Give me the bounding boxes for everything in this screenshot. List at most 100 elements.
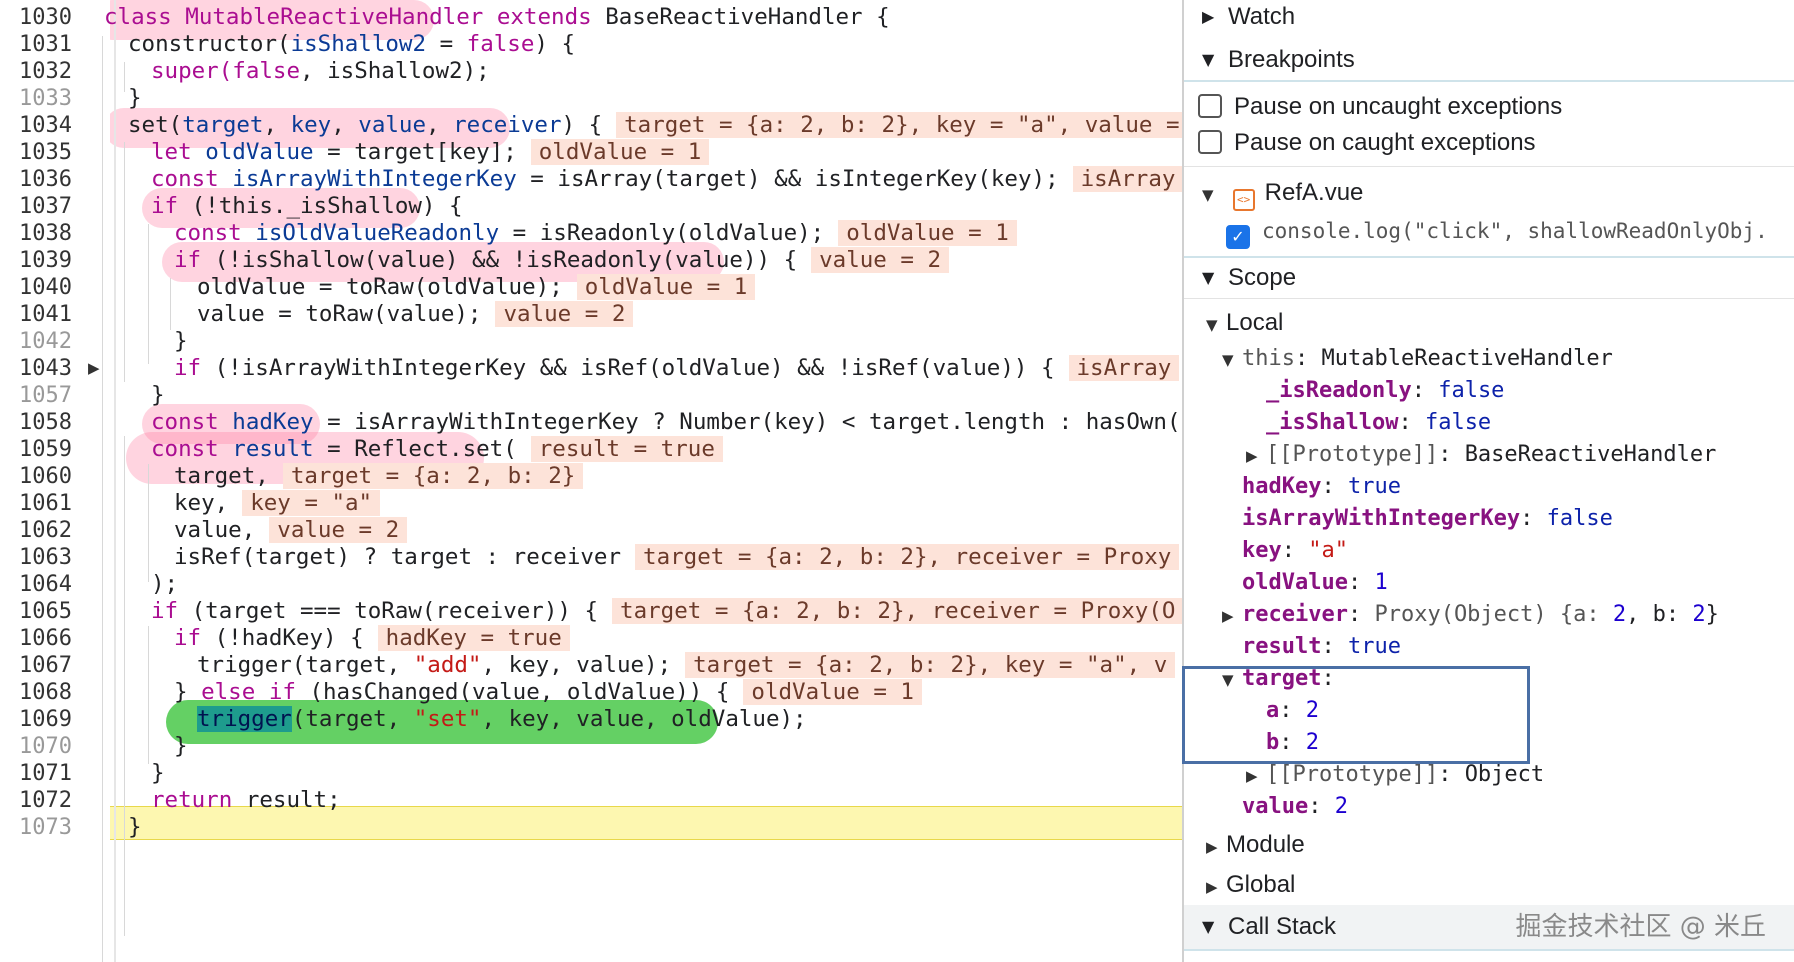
watch-label: Watch	[1228, 3, 1296, 30]
code-token: if	[174, 247, 215, 273]
global-scope-header[interactable]: ▶ Global	[1206, 868, 1295, 902]
code-token: (!isArrayWithIntegerKey && isRef(oldValu…	[214, 355, 1055, 381]
scope-sep: :	[1398, 410, 1425, 435]
pause-uncaught-option[interactable]: Pause on uncaught exceptions	[1198, 90, 1562, 124]
scope-value: true	[1347, 634, 1401, 659]
code-token: = isArray(target) && isIntegerKey(key);	[516, 166, 1059, 192]
code-token: ,	[263, 112, 291, 138]
inline-value: oldValue = 1	[576, 274, 756, 300]
scope-sep: :	[1520, 506, 1547, 531]
scope-sep: :	[1281, 538, 1309, 563]
code-token: let	[151, 139, 206, 165]
scope-isshallow[interactable]: _isShallow: false	[1266, 408, 1491, 438]
pause-uncaught-checkbox[interactable]	[1198, 94, 1222, 118]
module-scope-header[interactable]: ▶ Module	[1206, 828, 1305, 862]
code-token: return	[151, 787, 246, 813]
code-token: target,	[174, 463, 269, 489]
inline-value: target = {a: 2, b: 2}	[282, 463, 584, 489]
code-token: class	[104, 4, 186, 30]
scope-key: value	[1242, 794, 1309, 819]
code-token: if	[151, 598, 192, 624]
chevron-down-icon: ▼	[1206, 316, 1218, 334]
breakpoints-label: Breakpoints	[1228, 46, 1355, 73]
code-token: if	[174, 625, 215, 651]
scope-receiver[interactable]: ▶ receiver: Proxy(Object) {a: 2, b: 2}	[1222, 600, 1719, 630]
scope-value: BaseReactiveHandler	[1464, 442, 1717, 467]
scope-isarraywithintegerkey[interactable]: isArrayWithIntegerKey: false	[1242, 504, 1613, 534]
section-divider	[1184, 80, 1794, 82]
code-token: value	[358, 112, 427, 138]
scope-oldvalue[interactable]: oldValue: 1	[1242, 568, 1388, 598]
scope-isreadonly[interactable]: _isReadonly: false	[1266, 376, 1504, 406]
pause-uncaught-label: Pause on uncaught exceptions	[1234, 93, 1563, 120]
code-token: , isShallow2);	[300, 58, 490, 84]
code-token: const	[174, 220, 256, 246]
scope-section-header[interactable]: ▼ Scope	[1184, 258, 1794, 298]
scope-key[interactable]: key: "a"	[1242, 536, 1348, 566]
annotation-target-box	[1182, 666, 1530, 764]
scope-value: 2	[1334, 794, 1348, 819]
chevron-down-icon: ▼	[1202, 50, 1215, 69]
pause-caught-option[interactable]: Pause on caught exceptions	[1198, 126, 1536, 160]
debugger-sidebar[interactable]: ▶ Watch ▼ Breakpoints Pause on uncaught …	[1182, 0, 1794, 962]
breakpoint-checkbox[interactable]: ✓	[1226, 225, 1250, 249]
inline-value: isArray	[1068, 355, 1180, 381]
code-token: ) {	[561, 112, 603, 138]
scope-sep: :	[1347, 602, 1375, 627]
pause-caught-checkbox[interactable]	[1198, 130, 1222, 154]
section-divider	[1184, 949, 1794, 951]
code-token: receiver	[453, 112, 562, 138]
scope-value: "a"	[1308, 538, 1348, 563]
fold-expand-icon[interactable]: ▶	[88, 353, 100, 384]
code-token: = isReadonly(oldValue);	[499, 220, 825, 246]
code-token: result	[232, 436, 314, 462]
code-line-1073[interactable]: }	[0, 812, 1182, 843]
code-token: (!isShallow(value) && !isReadonly(value)…	[214, 247, 798, 273]
code-token: (target === toRaw(receiver)) {	[191, 598, 599, 624]
code-token: ) {	[534, 31, 576, 57]
watch-section-header[interactable]: ▶ Watch	[1184, 0, 1794, 37]
breakpoints-section-header[interactable]: ▼ Breakpoints	[1184, 40, 1794, 80]
inline-value: target = {a: 2, b: 2}, key = "a", value …	[616, 112, 1182, 138]
breakpoint-file-header[interactable]: ▼ <> RefA.vue	[1202, 176, 1363, 211]
scope-prototype-2[interactable]: ▶ [[Prototype]]: Object	[1246, 760, 1544, 790]
scope-value: 2	[1612, 602, 1627, 627]
local-scope-label: Local	[1226, 309, 1284, 336]
scope-key: result	[1242, 634, 1322, 659]
code-token: value,	[174, 517, 256, 543]
inline-value: oldValue = 1	[838, 220, 1017, 246]
scope-value: false	[1424, 410, 1492, 435]
code-token: oldValue = toRaw(oldValue);	[197, 274, 563, 300]
code-token: ,	[426, 112, 454, 138]
breakpoint-code: console.log("click", shallowReadOnlyObj.	[1262, 219, 1768, 243]
chevron-right-icon: ▶	[1202, 7, 1215, 26]
code-token: if	[151, 193, 192, 219]
code-token: target	[182, 112, 264, 138]
scope-this[interactable]: ▼ this: MutableReactiveHandler	[1222, 344, 1613, 374]
scope-value: Proxy(Object) {a:	[1374, 602, 1613, 627]
scope-value: 1	[1374, 570, 1388, 595]
scope-prototype-1[interactable]: ▶ [[Prototype]]: BaseReactiveHandler	[1246, 440, 1716, 470]
scope-sep: :	[1438, 762, 1465, 787]
breakpoint-entry[interactable]: ✓ console.log("click", shallowReadOnlyObj…	[1226, 214, 1768, 249]
code-token: MutableReactiveHandler	[185, 4, 484, 30]
code-token: hadKey	[232, 409, 314, 435]
scope-result[interactable]: result: true	[1242, 632, 1401, 662]
scope-value: true	[1347, 474, 1401, 499]
inline-value: target = {a: 2, b: 2}, receiver = Proxy(…	[612, 598, 1182, 624]
watermark-text: 掘金技术社区 @ 米丘	[1515, 912, 1766, 942]
call-stack-label: Call Stack	[1228, 913, 1337, 940]
inline-value: value = 2	[495, 301, 634, 327]
code-token: key	[290, 112, 332, 138]
code-token: (!this._isShallow) {	[191, 193, 463, 219]
scope-label: Scope	[1228, 264, 1297, 291]
inline-value: value = 2	[811, 247, 950, 273]
scope-value: false	[1438, 378, 1505, 403]
local-scope-header[interactable]: ▼ Local	[1206, 306, 1283, 340]
code-token: "set"	[413, 706, 482, 732]
scope-value-var[interactable]: value: 2	[1242, 792, 1348, 822]
code-token: (target,	[291, 706, 414, 732]
code-editor[interactable]: 1030 1031 1032 1033 1034 1035 1036 1037 1038 1039…	[0, 0, 1182, 962]
file-icon: <>	[1232, 189, 1255, 211]
scope-hadkey[interactable]: hadKey: true	[1242, 472, 1401, 502]
